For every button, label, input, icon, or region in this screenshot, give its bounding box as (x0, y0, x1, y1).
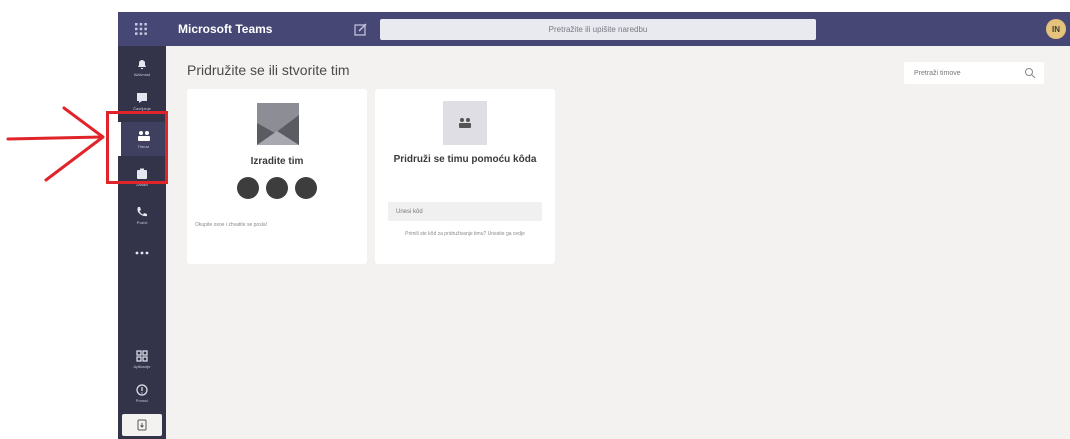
teams-window: Microsoft Teams Pretražite ili upišite n… (118, 12, 1070, 439)
download-mobile-button[interactable] (122, 414, 162, 436)
team-code-input[interactable]: Unesi kôd (388, 202, 542, 221)
more-icon (135, 251, 149, 255)
team-search-placeholder: Pretraži timove (914, 69, 961, 77)
rail-label: Pozivi (136, 219, 148, 225)
join-team-image (443, 101, 487, 145)
create-team-title: Izradite tim (250, 156, 304, 167)
rail-item-help[interactable]: Pomoć (118, 376, 166, 410)
user-avatar[interactable]: IN (1046, 19, 1066, 39)
rail-item-more[interactable] (118, 236, 166, 270)
teams-icon (459, 118, 471, 128)
top-bar: Microsoft Teams Pretražite ili upišite n… (118, 12, 1070, 46)
compose-icon[interactable] (354, 22, 368, 36)
screenshot: Microsoft Teams Pretražite ili upišite n… (0, 0, 1070, 439)
rail-label: Pomoć (135, 397, 149, 403)
apps-icon (136, 349, 148, 362)
create-team-card[interactable]: Izradite tim Okupite osoe i zhvatite se … (187, 89, 367, 264)
rail-item-apps[interactable]: Aplikacije (118, 342, 166, 376)
rail-label: Aplikacije (133, 363, 151, 369)
join-team-caption: Primili ste kôd za pridruživanje timu? U… (405, 231, 525, 237)
avatar (237, 177, 259, 199)
team-search-input[interactable]: Pretraži timove (904, 62, 1044, 84)
device-icon (137, 419, 147, 431)
help-icon (136, 383, 148, 396)
command-search-input[interactable]: Pretražite ili upišite naredbu (380, 19, 816, 40)
app-launcher-icon[interactable] (118, 12, 164, 46)
app-bar: Aktivnost Čavrljanje Timovi Zadaci Poziv… (118, 46, 166, 439)
app-title: Microsoft Teams (178, 22, 273, 36)
rail-item-activity[interactable]: Aktivnost (118, 50, 166, 84)
rail-label: Aktivnost (133, 71, 151, 77)
join-team-title: Pridruži se timu pomoću kôda (393, 154, 537, 165)
phone-icon (137, 206, 147, 216)
rail-item-calls[interactable]: Pozivi (118, 198, 166, 232)
avatar (266, 177, 288, 199)
bell-icon (138, 59, 146, 69)
chat-icon (137, 92, 147, 103)
rail-label: Čavrljanje (133, 105, 151, 111)
annotation-highlight-box (106, 111, 168, 184)
member-avatars (237, 177, 317, 199)
page-title: Pridružite se ili stvorite tim (187, 62, 350, 78)
create-team-image-icon (257, 103, 299, 145)
search-icon (1025, 68, 1036, 79)
join-team-card: Pridruži se timu pomoću kôda Unesi kôd P… (375, 89, 555, 264)
create-team-caption: Okupite osoe i zhvatite se posla! (195, 222, 267, 228)
annotation-arrow-icon (6, 106, 105, 182)
avatar (295, 177, 317, 199)
